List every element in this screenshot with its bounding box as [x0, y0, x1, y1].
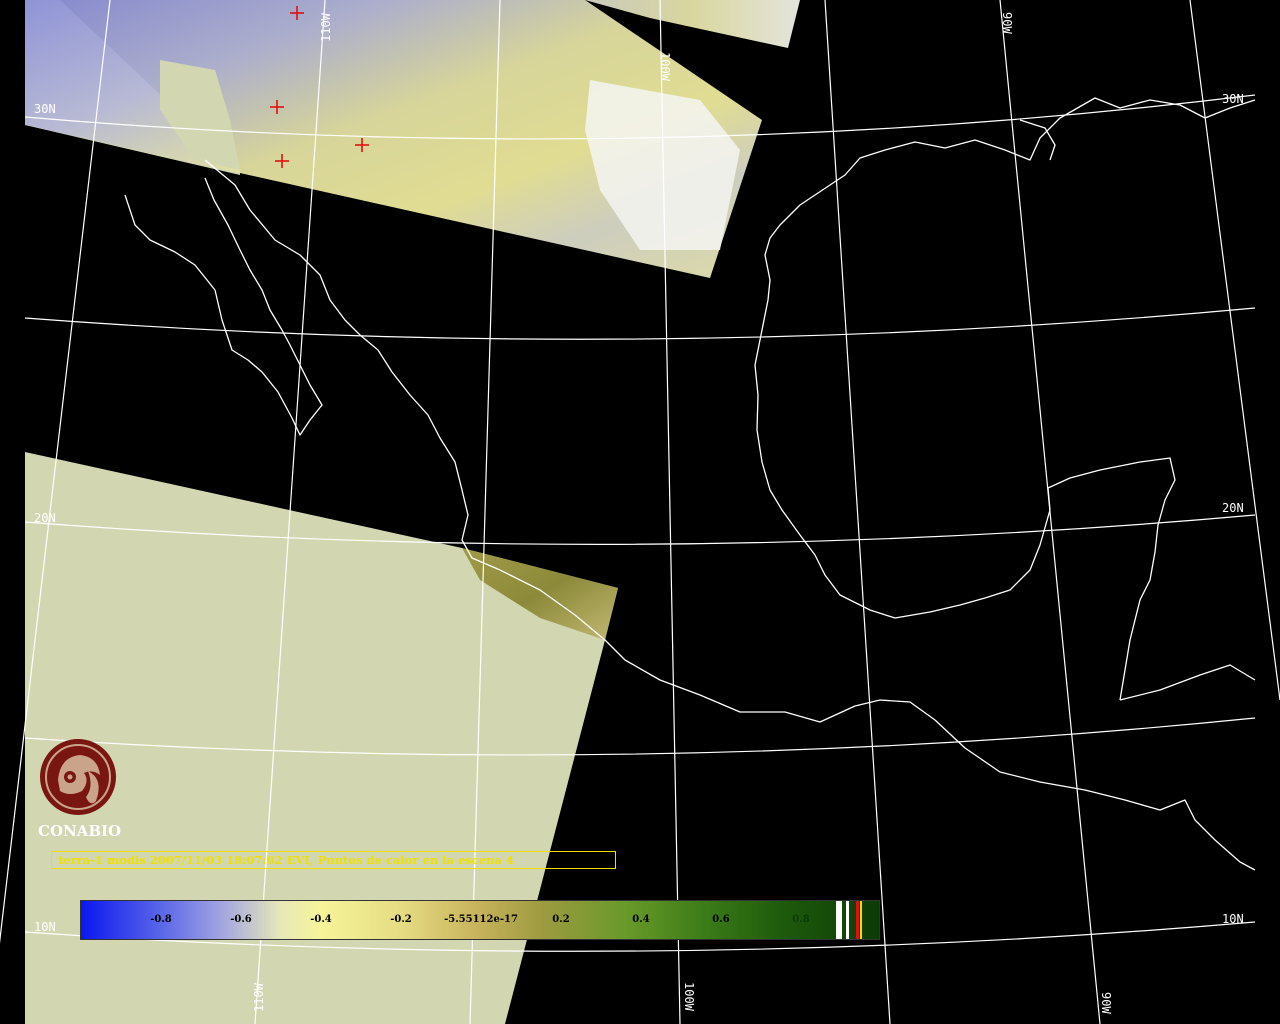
colorbar-tick: -5.55112e-17 — [444, 914, 518, 925]
evi-colorbar: -0.8 -0.6 -0.4 -0.2 -5.55112e-17 0.2 0.4… — [80, 900, 880, 940]
colorbar-coast-swatch — [860, 901, 862, 939]
texas-coast-detail — [1019, 119, 1056, 161]
baja-california-coast — [124, 177, 323, 436]
scene-caption: terra-1 modis 2007/11/03 18:07:02 EVI, P… — [51, 851, 616, 869]
lat-label-30n-right: 30N — [1222, 92, 1244, 106]
colorbar-tick: -0.2 — [390, 914, 412, 925]
colorbar-tick: 0.2 — [552, 914, 570, 925]
logo-text: CONABIO — [38, 822, 122, 840]
lon-label-110w-top: 110W — [319, 12, 333, 42]
lat-label-10n-right: 10N — [1222, 912, 1244, 926]
lat-label-30n-left: 30N — [34, 102, 56, 116]
lat-label-20n-right: 20N — [1222, 501, 1244, 515]
lon-label-110w-bottom: 110W — [252, 982, 266, 1012]
lat-label-10n-left: 10N — [34, 920, 56, 934]
lat-label-20n-left: 20N — [34, 511, 56, 525]
lon-label-90w-bottom: 90W — [1099, 992, 1113, 1014]
lon-label-90w-top: 90W — [1000, 12, 1014, 34]
colorbar-tick: -0.8 — [150, 914, 172, 925]
lon-label-100w-top: 100W — [658, 52, 672, 82]
gulf-coast — [754, 97, 1256, 701]
colorbar-tick: -0.6 — [230, 914, 252, 925]
colorbar-nodata-swatch — [836, 901, 842, 939]
colorbar-cloud-swatch — [846, 901, 849, 939]
map-canvas: 30N 30N 20N 20N 10N 10N 110W 100W 90W 11… — [0, 0, 1280, 1024]
colorbar-tick: 0.4 — [632, 914, 650, 925]
colorbar-hotspot-swatch — [856, 901, 859, 939]
colorbar-tick: 0.8 — [792, 914, 810, 925]
colorbar-tick: -0.4 — [310, 914, 332, 925]
caribbean-coast — [1119, 664, 1256, 701]
lon-label-100w-bottom: 100W — [682, 982, 696, 1012]
colorbar-tick: 0.6 — [712, 914, 730, 925]
